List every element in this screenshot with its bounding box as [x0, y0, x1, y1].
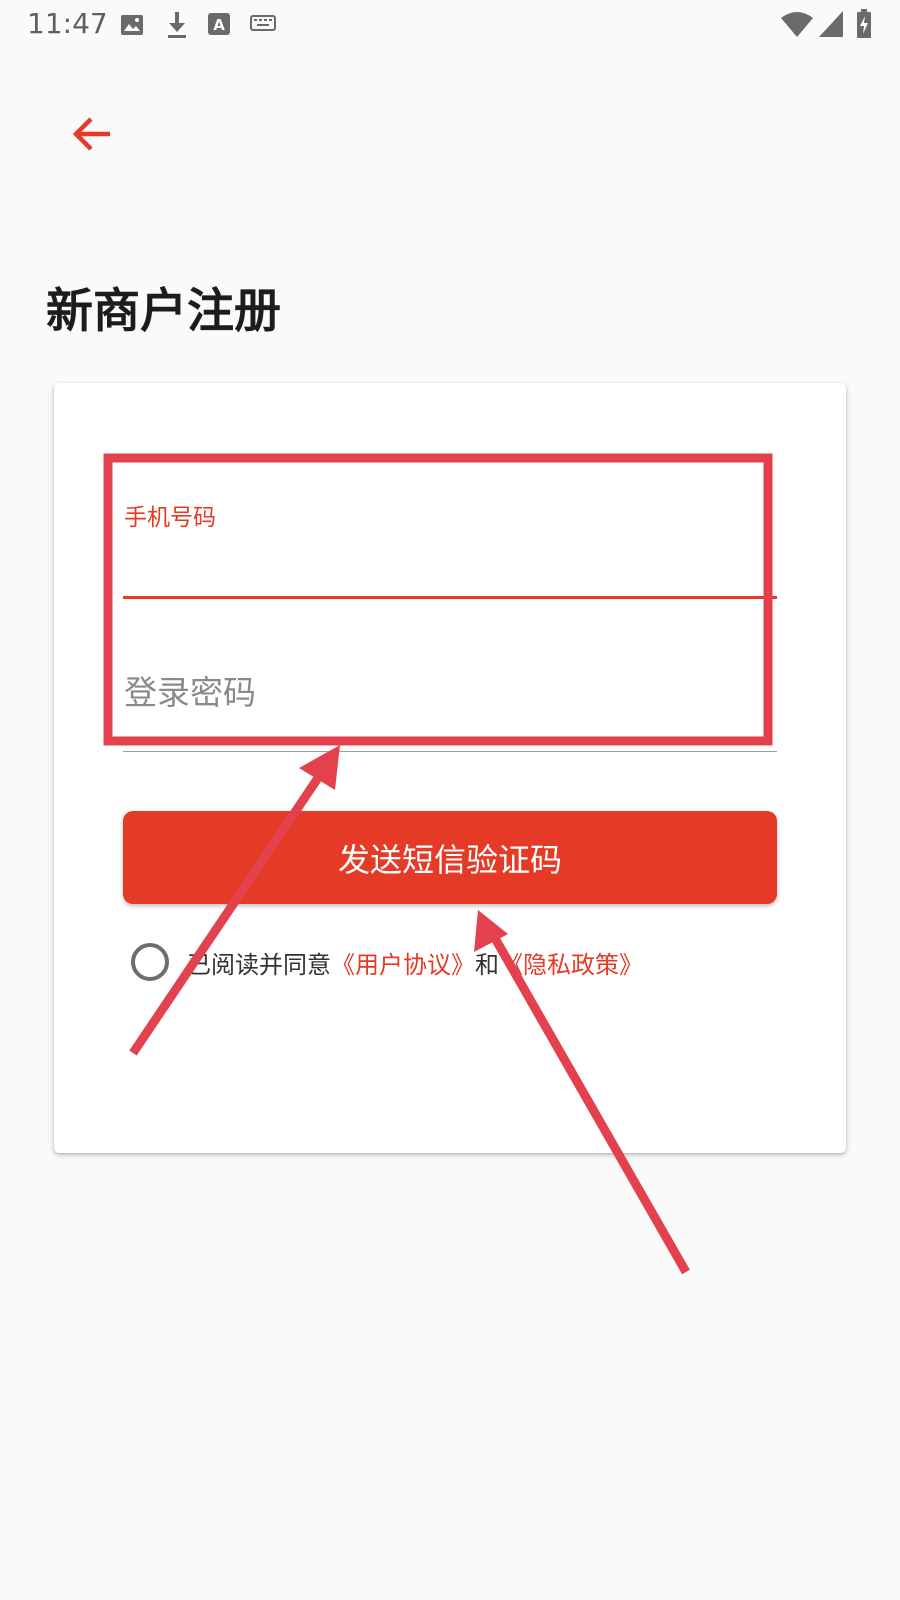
page-title: 新商户注册: [46, 284, 281, 339]
battery-charging-icon: [856, 9, 872, 43]
privacy-policy-link[interactable]: 《隐私政策》: [499, 945, 643, 980]
agreement-prefix-text: 已阅读并同意: [187, 950, 331, 979]
svg-text:A: A: [213, 16, 225, 34]
phone-field-label: 手机号码: [124, 505, 216, 531]
password-input[interactable]: [124, 660, 774, 724]
wifi-icon: [780, 10, 814, 42]
status-bar: 11:47 A: [0, 0, 900, 50]
agreement-conjunction-text: 和: [475, 950, 499, 979]
download-icon: [166, 11, 188, 43]
back-button[interactable]: [62, 104, 122, 164]
user-agreement-link[interactable]: 《用户协议》: [331, 945, 475, 980]
agreement-row: 已阅读并同意 《用户协议》 和 《隐私政策》: [131, 940, 643, 984]
phone-field-underline: [123, 596, 777, 599]
arrow-left-icon: [72, 117, 110, 151]
keyboard-icon: [250, 15, 276, 35]
image-icon: [120, 14, 144, 40]
status-time: 11:47: [27, 7, 108, 40]
password-field-underline: [123, 751, 777, 752]
font-a-icon: A: [208, 13, 230, 39]
send-sms-code-button[interactable]: 发送短信验证码: [123, 811, 777, 904]
signal-icon: [818, 10, 844, 42]
phone-number-input[interactable]: [124, 530, 774, 594]
agreement-radio[interactable]: [131, 943, 169, 981]
